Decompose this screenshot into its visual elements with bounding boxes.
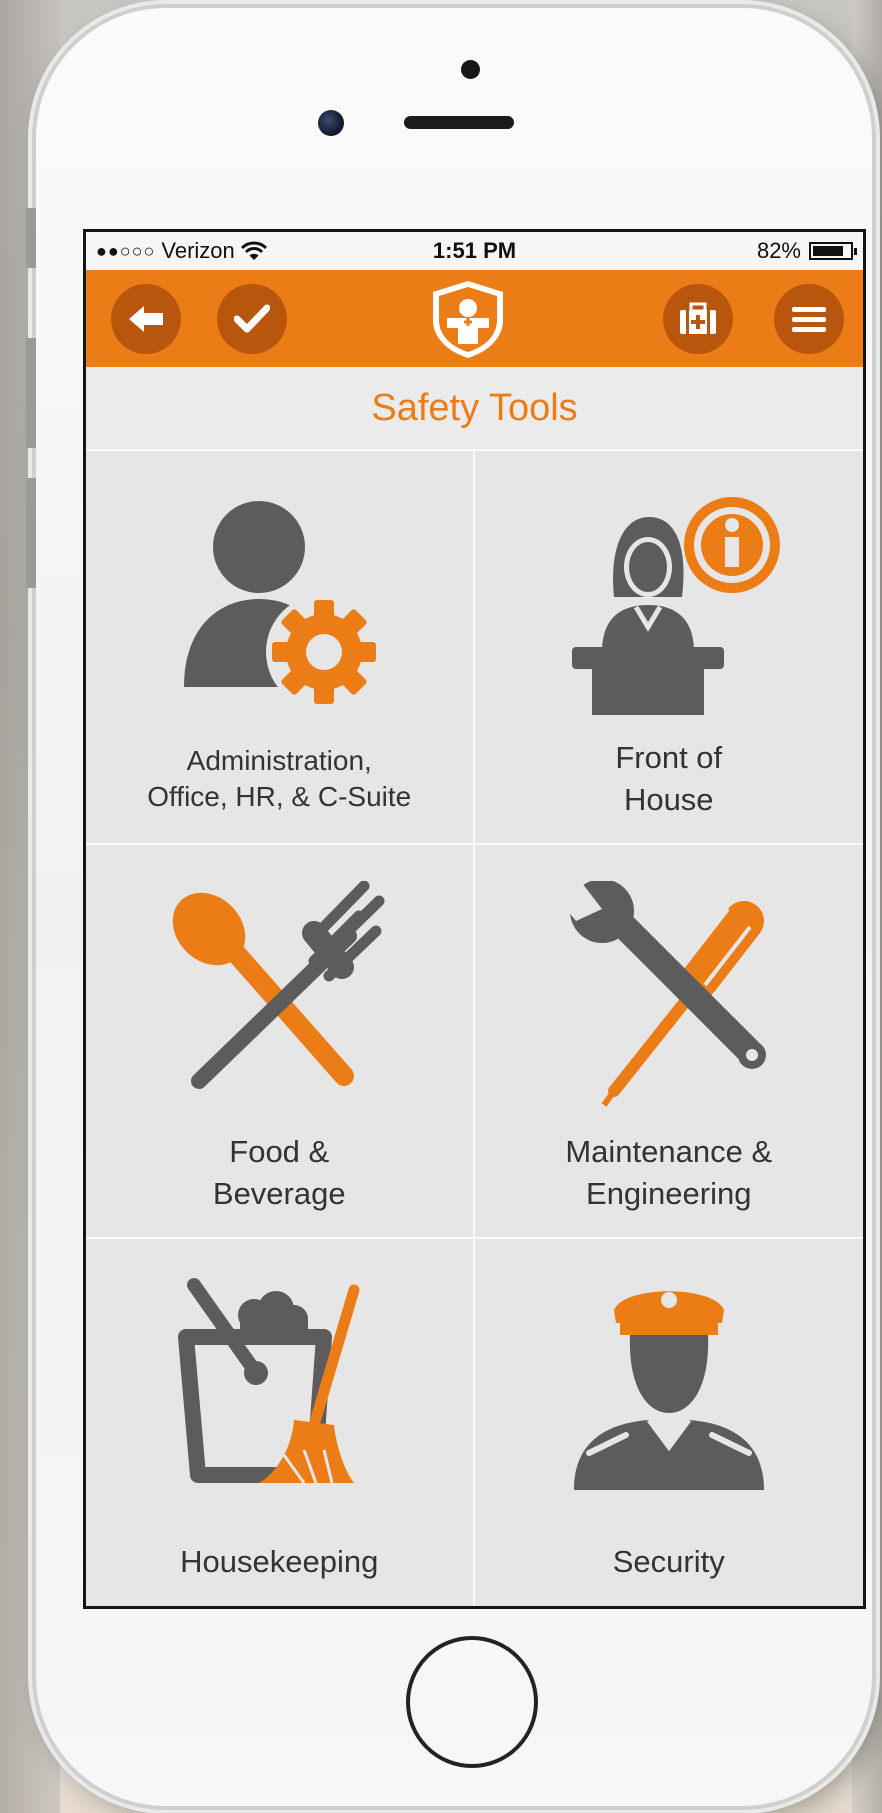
front-desk-info-icon — [571, 497, 780, 715]
signal-strength: ●●○○○ — [96, 240, 156, 261]
menu-button[interactable] — [774, 284, 844, 354]
arrow-left-icon — [129, 306, 163, 332]
volume-down-button — [26, 478, 36, 588]
battery-icon — [809, 242, 857, 260]
first-aid-kit-icon — [680, 302, 716, 334]
front-camera — [318, 110, 344, 136]
shield-cross-logo-icon — [427, 278, 509, 360]
spoon-fork-icon — [173, 881, 385, 1089]
tile-housekeeping[interactable]: Housekeeping — [86, 1237, 475, 1606]
battery-percent: 82% — [756, 238, 801, 263]
confirm-button[interactable] — [217, 284, 287, 354]
proximity-sensor — [461, 60, 480, 79]
hamburger-menu-icon — [792, 307, 826, 332]
tile-label: Security — [612, 1544, 725, 1579]
admin-person-gear-icon — [184, 501, 383, 710]
earpiece-speaker — [404, 116, 514, 129]
tile-label: Maintenance & Engineering — [565, 1134, 773, 1211]
category-grid: Administration, Office, HR, & C-Suite Fr… — [86, 449, 863, 1606]
tile-label: Housekeeping — [180, 1544, 379, 1579]
checkmark-icon — [234, 304, 270, 333]
tile-label: Front of House — [615, 740, 723, 817]
bucket-broom-icon — [178, 1278, 360, 1484]
first-aid-button[interactable] — [663, 284, 733, 354]
tile-front-of-house[interactable]: Front of House — [474, 449, 863, 843]
wrench-screwdriver-icon — [557, 881, 766, 1107]
tile-security[interactable]: Security — [474, 1237, 863, 1606]
home-button[interactable] — [406, 1636, 538, 1768]
tile-label: Food & Beverage — [212, 1134, 346, 1211]
carrier-name: Verizon — [161, 238, 235, 263]
phone-frame: ●●○○○ Verizon 1:51 PM 82% Safety Tools A… — [26, 8, 872, 1806]
app-header — [86, 270, 863, 367]
mute-switch — [26, 208, 36, 268]
page-title: Safety Tools — [371, 386, 578, 429]
tile-administration[interactable]: Administration, Office, HR, & C-Suite — [86, 449, 475, 843]
security-guard-icon — [573, 1291, 764, 1490]
volume-up-button — [26, 338, 36, 448]
screen: ●●○○○ Verizon 1:51 PM 82% Safety Tools A… — [83, 229, 866, 1609]
tile-maintenance-engineering[interactable]: Maintenance & Engineering — [474, 843, 863, 1237]
status-bar: ●●○○○ Verizon 1:51 PM 82% — [86, 232, 863, 270]
tile-label: Administration, Office, HR, & C-Suite — [147, 745, 412, 812]
tile-food-beverage[interactable]: Food & Beverage — [86, 843, 475, 1237]
back-button[interactable] — [111, 284, 181, 354]
wifi-icon — [240, 241, 267, 260]
